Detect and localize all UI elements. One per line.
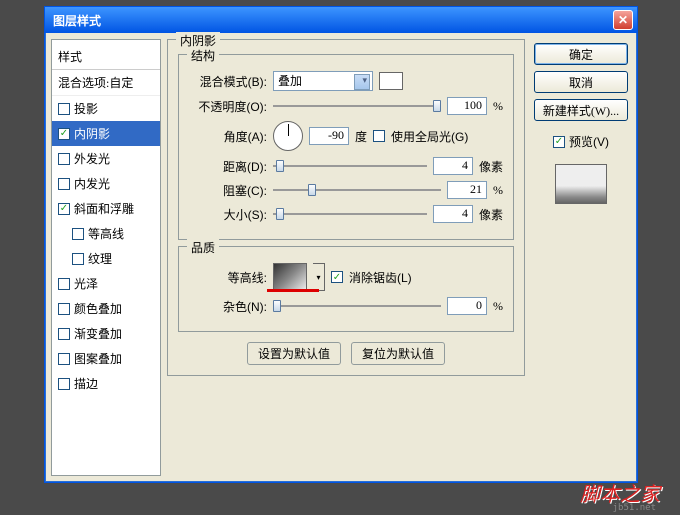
opacity-input[interactable]: 100 bbox=[447, 97, 487, 115]
angle-dial[interactable] bbox=[273, 121, 303, 151]
window-title: 图层样式 bbox=[49, 12, 613, 29]
opacity-label: 不透明度(O): bbox=[189, 98, 267, 115]
opacity-slider[interactable] bbox=[273, 98, 441, 114]
blend-mode-label: 混合模式(B): bbox=[189, 73, 267, 90]
global-light-label: 使用全局光(G) bbox=[391, 128, 468, 145]
noise-input[interactable]: 0 bbox=[447, 297, 487, 315]
checkbox[interactable] bbox=[58, 103, 70, 115]
size-label: 大小(S): bbox=[189, 206, 267, 223]
size-slider[interactable] bbox=[273, 206, 427, 222]
watermark-url: jb51.net bbox=[613, 503, 656, 513]
distance-label: 距离(D): bbox=[189, 158, 267, 175]
style-item-texture[interactable]: 纹理 bbox=[52, 246, 160, 271]
angle-input[interactable]: -90 bbox=[309, 127, 349, 145]
ok-button[interactable]: 确定 bbox=[534, 43, 628, 65]
style-item-dropshadow[interactable]: 投影 bbox=[52, 96, 160, 121]
titlebar[interactable]: 图层样式 ✕ bbox=[45, 7, 637, 33]
checkbox[interactable] bbox=[58, 278, 70, 290]
choke-slider[interactable] bbox=[273, 182, 441, 198]
noise-label: 杂色(N): bbox=[189, 298, 267, 315]
checkbox[interactable] bbox=[58, 353, 70, 365]
inner-shadow-panel: 内阴影 结构 混合模式(B): 叠加 不透明度(O): 100 % bbox=[167, 39, 525, 376]
new-style-button[interactable]: 新建样式(W)... bbox=[534, 99, 628, 121]
style-item-bevel[interactable]: 斜面和浮雕 bbox=[52, 196, 160, 221]
reset-default-button[interactable]: 复位为默认值 bbox=[351, 342, 445, 365]
quality-group: 品质 等高线: ▾ 消除锯齿(L) 杂色(N): 0 % bbox=[178, 246, 514, 332]
choke-input[interactable]: 21 bbox=[447, 181, 487, 199]
style-item-innershadow[interactable]: 内阴影 bbox=[52, 121, 160, 146]
style-item-innerglow[interactable]: 内发光 bbox=[52, 171, 160, 196]
checkbox[interactable] bbox=[58, 303, 70, 315]
style-item-gradientoverlay[interactable]: 渐变叠加 bbox=[52, 321, 160, 346]
structure-legend: 结构 bbox=[187, 47, 219, 64]
preview-swatch bbox=[555, 164, 607, 204]
distance-input[interactable]: 4 bbox=[433, 157, 473, 175]
quality-legend: 品质 bbox=[187, 239, 219, 256]
style-item-satin[interactable]: 光泽 bbox=[52, 271, 160, 296]
choke-label: 阻塞(C): bbox=[189, 182, 267, 199]
contour-label: 等高线: bbox=[189, 269, 267, 286]
checkbox[interactable] bbox=[58, 378, 70, 390]
make-default-button[interactable]: 设置为默认值 bbox=[247, 342, 341, 365]
checkbox[interactable] bbox=[72, 253, 84, 265]
contour-picker[interactable] bbox=[273, 263, 307, 291]
style-item-coloroverlay[interactable]: 颜色叠加 bbox=[52, 296, 160, 321]
blend-mode-select[interactable]: 叠加 bbox=[273, 71, 373, 91]
cancel-button[interactable]: 取消 bbox=[534, 71, 628, 93]
checkbox[interactable] bbox=[58, 128, 70, 140]
checkbox[interactable] bbox=[72, 228, 84, 240]
style-item-stroke[interactable]: 描边 bbox=[52, 371, 160, 396]
antialias-label: 消除锯齿(L) bbox=[349, 269, 412, 286]
preview-label: 预览(V) bbox=[569, 133, 609, 150]
color-swatch[interactable] bbox=[379, 72, 403, 90]
close-icon: ✕ bbox=[618, 13, 628, 27]
checkbox[interactable] bbox=[58, 153, 70, 165]
style-item-patternoverlay[interactable]: 图案叠加 bbox=[52, 346, 160, 371]
action-panel: 确定 取消 新建样式(W)... 预览(V) bbox=[531, 39, 631, 476]
angle-label: 角度(A): bbox=[189, 128, 267, 145]
size-input[interactable]: 4 bbox=[433, 205, 473, 223]
style-item-contour[interactable]: 等高线 bbox=[52, 221, 160, 246]
contour-dropdown[interactable]: ▾ bbox=[313, 263, 325, 291]
checkbox[interactable] bbox=[58, 178, 70, 190]
annotation-underline bbox=[267, 289, 319, 292]
close-button[interactable]: ✕ bbox=[613, 10, 633, 30]
checkbox[interactable] bbox=[58, 203, 70, 215]
blend-options[interactable]: 混合选项:自定 bbox=[52, 70, 160, 96]
preview-checkbox[interactable] bbox=[553, 136, 565, 148]
layer-style-dialog: 图层样式 ✕ 样式 混合选项:自定 投影 内阴影 外发光 内发光 斜面和浮雕 等… bbox=[44, 6, 638, 483]
antialias-checkbox[interactable] bbox=[331, 271, 343, 283]
structure-group: 结构 混合模式(B): 叠加 不透明度(O): 100 % 角度(A): bbox=[178, 54, 514, 240]
noise-slider[interactable] bbox=[273, 298, 441, 314]
checkbox[interactable] bbox=[58, 328, 70, 340]
styles-list: 样式 混合选项:自定 投影 内阴影 外发光 内发光 斜面和浮雕 等高线 纹理 光… bbox=[51, 39, 161, 476]
distance-slider[interactable] bbox=[273, 158, 427, 174]
global-light-checkbox[interactable] bbox=[373, 130, 385, 142]
style-item-outerglow[interactable]: 外发光 bbox=[52, 146, 160, 171]
styles-header: 样式 bbox=[52, 44, 160, 70]
